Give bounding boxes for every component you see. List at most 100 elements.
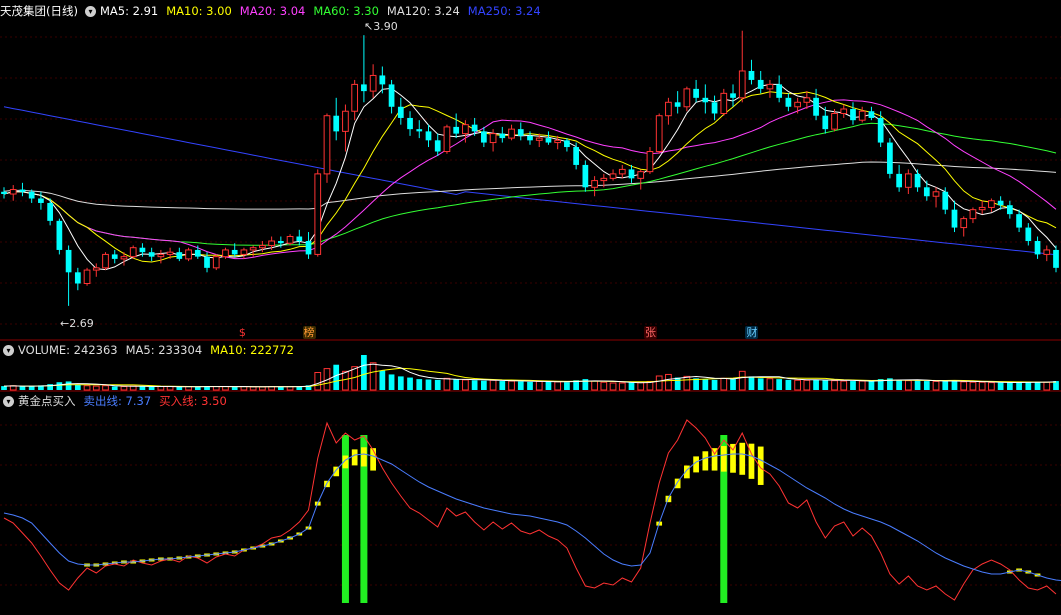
grid-lines <box>0 36 1061 586</box>
price-legend-item-1: MA10: 3.00 <box>166 4 232 18</box>
candle-body-44 <box>407 117 413 130</box>
collapse-price-icon[interactable]: ▾ <box>84 5 96 17</box>
price-legend-item-0: MA5: 2.91 <box>99 4 159 18</box>
candle-body-95 <box>877 117 884 143</box>
volume-bar-19 <box>176 386 183 390</box>
candle-body-59 <box>545 138 552 143</box>
volume-bar-68 <box>628 382 635 390</box>
candle-body-48 <box>443 126 451 153</box>
candle-body-87 <box>803 97 811 103</box>
candle-body-37 <box>342 110 349 132</box>
candle-body-79 <box>730 93 736 98</box>
candle-body-100 <box>923 187 930 197</box>
candle-body-89 <box>822 115 829 130</box>
event-badge-1[interactable]: 榜 <box>302 326 316 339</box>
volume-bar-8 <box>74 384 81 390</box>
candle-body-113 <box>1043 249 1051 255</box>
candle-body-29 <box>268 240 275 246</box>
volume-bar-109 <box>1006 382 1013 390</box>
candle-body-70 <box>646 151 654 173</box>
candle-body-103 <box>951 209 958 228</box>
candle-body-109 <box>1006 205 1013 215</box>
candle-body-4 <box>38 198 44 203</box>
volume-bar-16 <box>148 386 155 390</box>
event-badge-0[interactable]: $ <box>237 326 247 339</box>
candle-body-21 <box>194 249 201 257</box>
volume-bar-97 <box>896 379 902 390</box>
collapse-indicator-icon[interactable]: ▾ <box>3 395 14 407</box>
volume-bar-40 <box>369 362 377 391</box>
candle-body-1 <box>9 189 17 195</box>
volume-bar-56 <box>517 381 524 390</box>
volume-bar-99 <box>914 380 921 390</box>
yellow-bar-1-38 <box>351 449 358 466</box>
volume-bar-55 <box>508 380 515 391</box>
candle-body-45 <box>416 129 423 132</box>
price-ma-legend: MA5: 2.91 MA10: 3.00 MA20: 3.04 MA60: 3.30 M… <box>100 4 549 18</box>
volume-bar-17 <box>157 386 165 391</box>
candle-body-112 <box>1034 240 1041 255</box>
yellow-bar-2-80 <box>739 442 746 475</box>
volume-bar-108 <box>997 382 1004 390</box>
volume-bar-103 <box>951 380 958 390</box>
candle-body-52 <box>480 131 487 143</box>
candle-body-20 <box>185 249 192 260</box>
candle-body-41 <box>379 75 386 85</box>
indicator-lines-legend: 黄金点买入 卖出线: 7.37 买入线: 3.50 <box>18 393 235 409</box>
candle-body-66 <box>609 173 617 179</box>
volume-panel[interactable] <box>1 355 1059 391</box>
candle-body-101 <box>932 191 940 197</box>
candle-body-55 <box>508 128 515 139</box>
candle-body-60 <box>554 139 562 144</box>
candle-body-23 <box>212 256 220 269</box>
volume-bar-3 <box>28 386 35 390</box>
candle-body-3 <box>28 191 35 199</box>
candle-body-28 <box>259 244 266 249</box>
candle-body-10 <box>92 267 100 271</box>
candle-body-25 <box>231 249 238 255</box>
candle-body-63 <box>582 164 589 188</box>
volume-bar-110 <box>1016 382 1022 390</box>
low-price-value: 2.69 <box>69 317 94 330</box>
candle-body-107 <box>988 200 995 208</box>
volume-bar-86 <box>794 379 801 391</box>
volume-legend-item-1: MA5: 233304 <box>125 343 203 357</box>
candle-body-92 <box>850 109 856 121</box>
volume-bar-105 <box>969 381 977 391</box>
price-panel[interactable] <box>1 30 1059 306</box>
candle-body-0 <box>1 191 7 195</box>
candle-body-62 <box>573 147 580 165</box>
candle-body-24 <box>222 249 229 258</box>
volume-bar-2 <box>19 386 26 390</box>
candle-body-114 <box>1053 249 1059 268</box>
candle-body-61 <box>564 140 570 148</box>
candle-body-33 <box>305 240 312 255</box>
indicator-panel[interactable] <box>3 419 1061 603</box>
candle-body-58 <box>535 137 543 141</box>
candle-body-74 <box>683 88 691 108</box>
volume-bar-81 <box>748 376 755 390</box>
volume-bar-36 <box>333 364 340 390</box>
candle-body-13 <box>120 256 128 260</box>
volume-bar-89 <box>822 379 829 390</box>
candle-body-91 <box>840 108 848 114</box>
candle-body-106 <box>978 206 986 211</box>
volume-bar-80 <box>738 370 746 391</box>
candle-body-46 <box>425 131 432 141</box>
volume-bar-47 <box>434 379 441 390</box>
event-badge-2[interactable]: 张 <box>643 326 657 339</box>
candle-body-83 <box>766 83 774 90</box>
collapse-volume-icon[interactable]: ▾ <box>3 344 14 356</box>
candle-body-77 <box>711 102 718 114</box>
volume-bar-49 <box>453 379 460 390</box>
volume-bar-0 <box>1 386 7 390</box>
low-price-label: ←2.69 <box>60 317 94 330</box>
event-badge-3[interactable]: 财 <box>745 326 759 339</box>
candle-body-69 <box>637 171 645 179</box>
volume-bar-37 <box>342 370 349 391</box>
candle-body-65 <box>600 177 608 182</box>
candle-body-90 <box>831 112 838 130</box>
volume-bar-69 <box>637 382 645 391</box>
candle-body-8 <box>74 272 81 284</box>
yellow-bar-2-76 <box>702 451 709 471</box>
